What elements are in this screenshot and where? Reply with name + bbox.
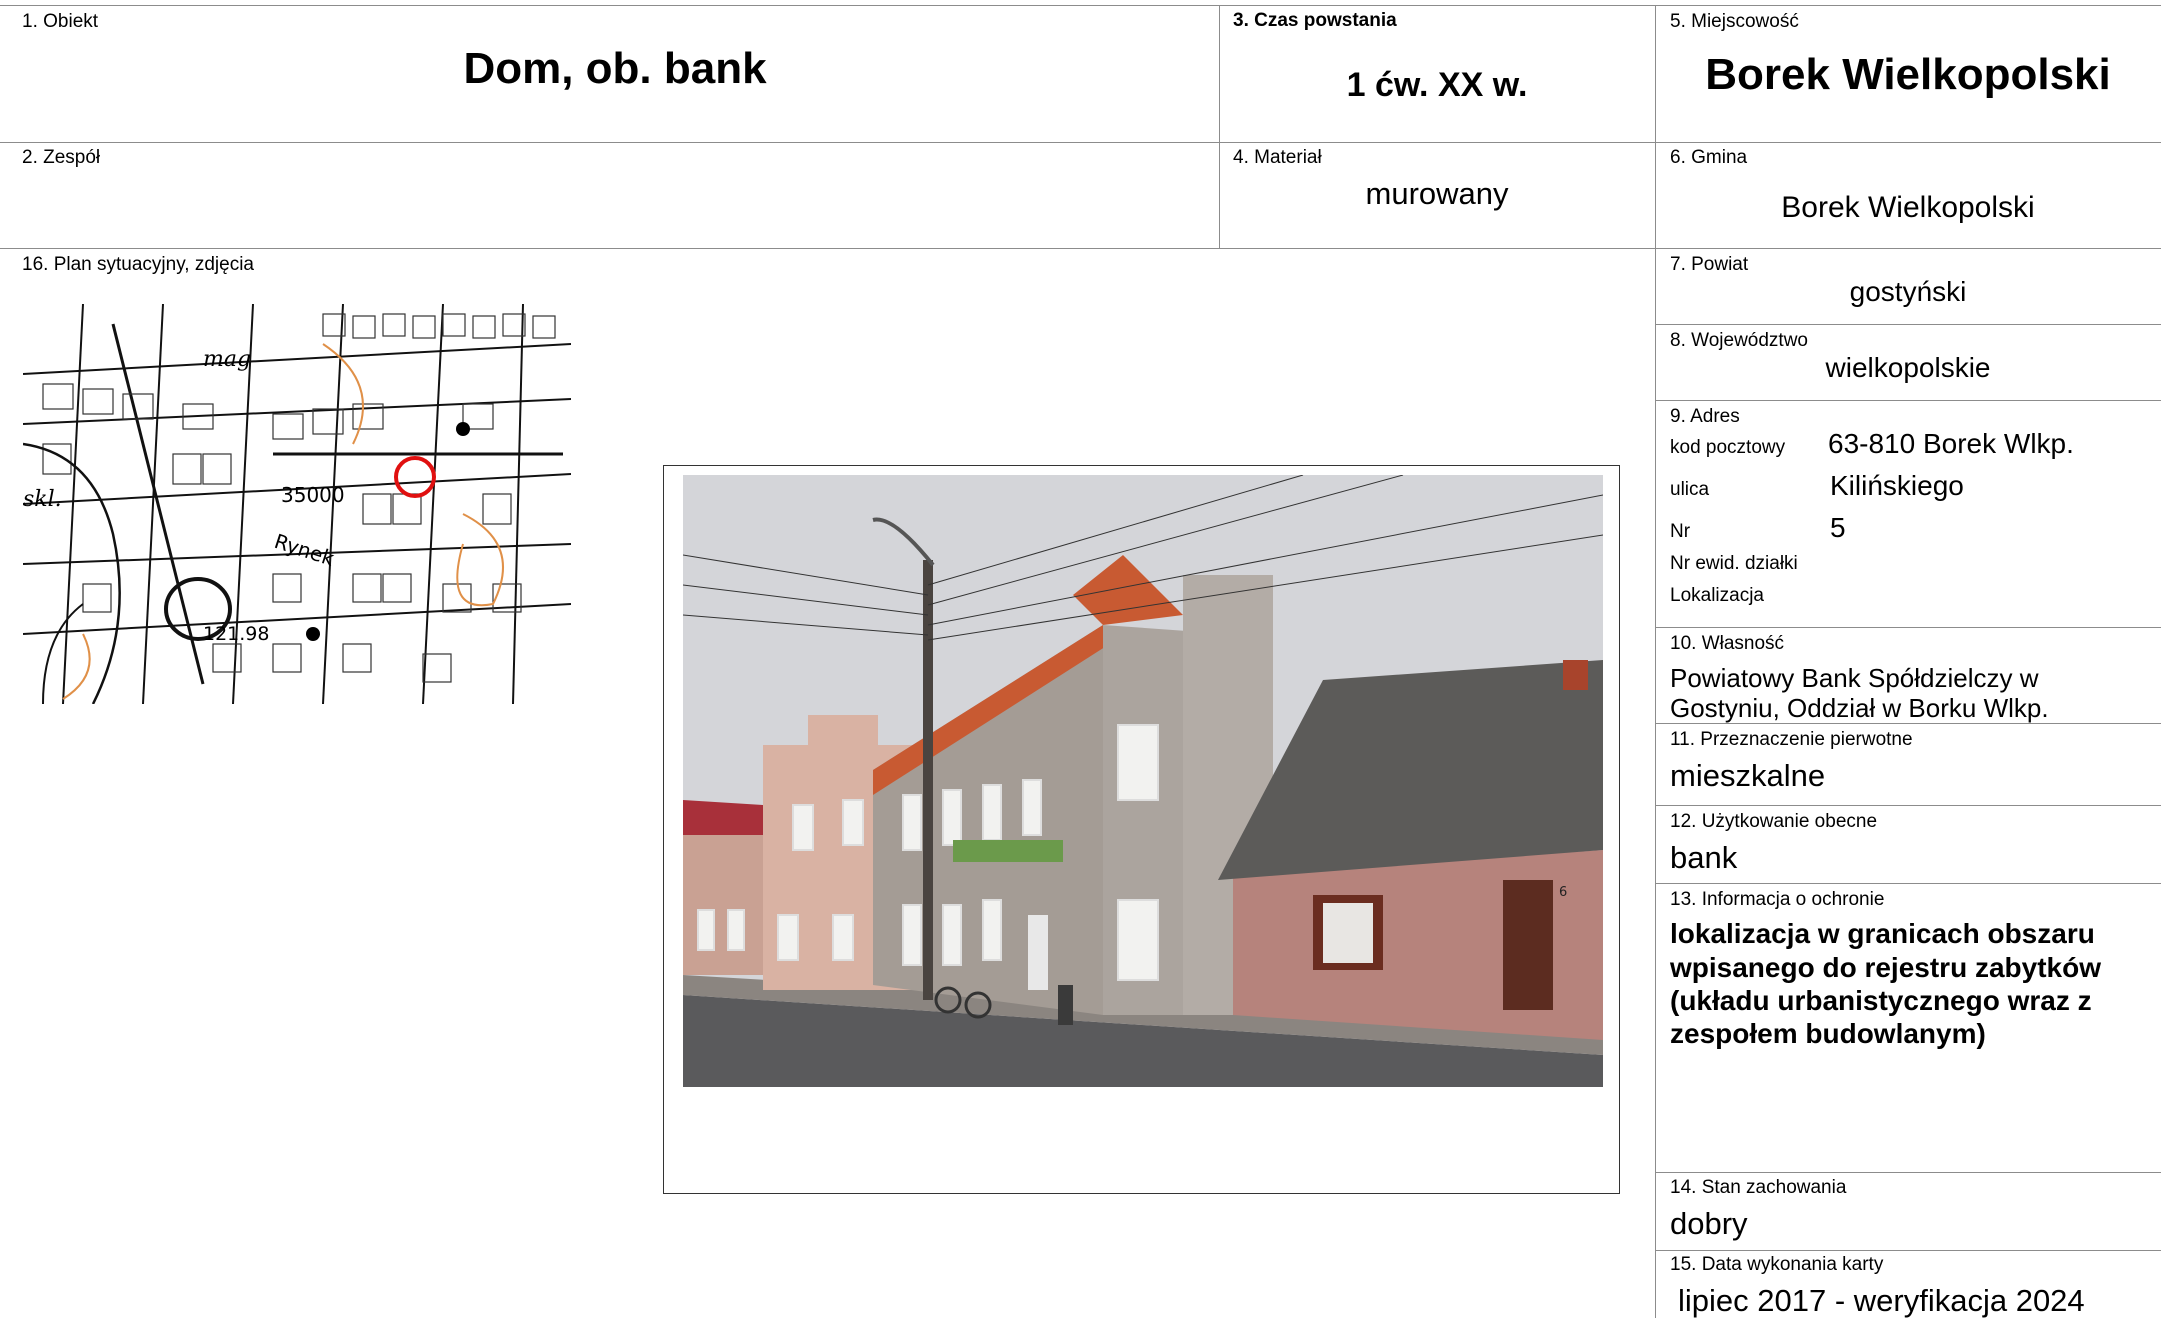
wojewodztwo-value: wielkopolskie — [1825, 352, 1991, 383]
kod-label: kod pocztowy — [1670, 437, 1786, 458]
data-label: 15. Data wykonania karty — [1670, 1254, 1884, 1275]
ochrona-line2: wpisanego do rejestru zabytków — [1670, 952, 2101, 983]
divider-woj — [1655, 400, 2161, 401]
map-label-35000: 35000 — [281, 483, 345, 507]
location-marker — [394, 456, 436, 498]
photo-house-number: 6 — [1559, 885, 1567, 900]
divider-ochrona — [1655, 1172, 2161, 1173]
wlasnosc-line2: Gostyniu, Oddział w Borku Wlkp. — [1670, 693, 2049, 723]
uzytkowanie-label: 12. Użytkowanie obecne — [1670, 811, 1878, 832]
adres-label: 9. Adres — [1670, 406, 1740, 427]
gmina-value: Borek Wielkopolski — [1781, 191, 2035, 224]
building-photo: 6 — [683, 475, 1603, 1087]
material-value: murowany — [1365, 176, 1509, 211]
map-label-rynek: Rynek — [271, 529, 337, 571]
stan-value: dobry — [1670, 1206, 1748, 1241]
ochrona-line4: zespołem budowlanym) — [1670, 1018, 1986, 1049]
map-label-skl: skl. — [23, 487, 62, 512]
lokalizacja-label: Lokalizacja — [1670, 585, 1764, 606]
gmina-label: 6. Gmina — [1670, 147, 1748, 168]
divider-uzytk — [1655, 883, 2161, 884]
uzytkowanie-value: bank — [1670, 840, 1738, 875]
nr-label: Nr — [1670, 521, 1691, 542]
powiat-value: gostyński — [1849, 276, 1967, 307]
divider-adres — [1655, 627, 2161, 628]
divider-stan — [1655, 1250, 2161, 1251]
wlasnosc-label: 10. Własność — [1670, 633, 1785, 654]
situation-map: Rynek 35000 121.98 mag skl. — [23, 304, 571, 704]
divider-przezn — [1655, 805, 2161, 806]
wojewodztwo-label: 8. Województwo — [1670, 330, 1808, 351]
ochrona-label: 13. Informacja o ochronie — [1670, 889, 1885, 910]
miejscowosc-value: Borek Wielkopolski — [1705, 50, 2111, 99]
top-border — [0, 5, 2161, 6]
row-divider-2 — [0, 248, 2161, 249]
stan-label: 14. Stan zachowania — [1670, 1177, 1847, 1198]
powiat-label: 7. Powiat — [1670, 254, 1749, 275]
miejscowosc-label: 5. Miejscowość — [1670, 11, 1799, 32]
przeznaczenie-label: 11. Przeznaczenie pierwotne — [1670, 729, 1913, 750]
kod-value: 63-810 Borek Wlkp. — [1828, 428, 2074, 459]
data-value: lipiec 2017 - weryfikacja 2024 — [1678, 1283, 2085, 1318]
czas-label: 3. Czas powstania — [1233, 10, 1397, 31]
divider-powiat — [1655, 324, 2161, 325]
map-label-12198: 121.98 — [203, 623, 269, 645]
czas-value: 1 ćw. XX w. — [1346, 66, 1528, 104]
row-divider-1 — [0, 142, 2161, 143]
ulica-value: Kilińskiego — [1830, 470, 1964, 501]
wlasnosc-line1: Powiatowy Bank Spółdzielczy w — [1670, 663, 2039, 693]
zespol-label: 2. Zespół — [22, 147, 101, 168]
przeznaczenie-value: mieszkalne — [1670, 758, 1826, 793]
material-label: 4. Materiał — [1233, 147, 1322, 168]
ochrona-line1: lokalizacja w granicach obszaru — [1670, 918, 2095, 949]
plan-label: 16. Plan sytuacyjny, zdjęcia — [22, 254, 254, 275]
map-label-mag: mag — [203, 347, 251, 372]
nr-value: 5 — [1830, 512, 1846, 543]
obiekt-value: Dom, ob. bank — [463, 44, 767, 93]
ochrona-line3: (układu urbanistycznego wraz z — [1670, 985, 2092, 1016]
obiekt-label: 1. Obiekt — [22, 11, 99, 32]
ulica-label: ulica — [1670, 479, 1710, 500]
dzialka-label: Nr ewid. działki — [1670, 553, 1798, 574]
